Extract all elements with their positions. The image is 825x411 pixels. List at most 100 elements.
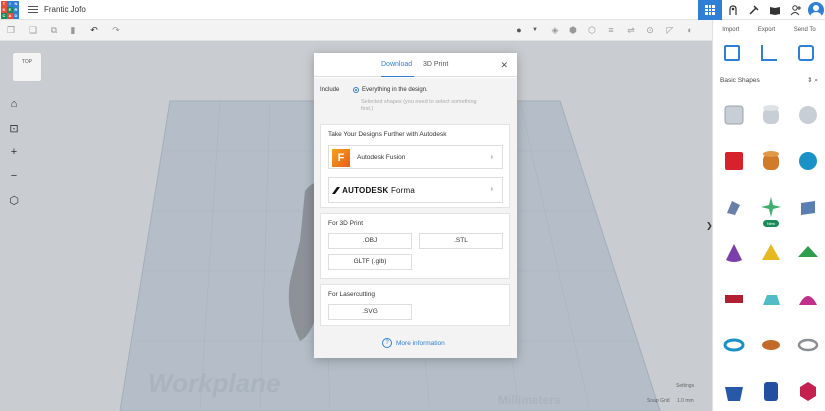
chevron-right-icon: › [490, 186, 493, 193]
sphere-hole-shape[interactable] [789, 101, 825, 129]
stl-button[interactable]: .STL [419, 233, 503, 249]
blocks-icon[interactable] [722, 0, 743, 20]
tab-download[interactable]: Download [381, 61, 412, 68]
autodesk-fusion-button[interactable]: F Autodesk Fusion › [328, 145, 503, 169]
build-tools-icon[interactable] [743, 0, 764, 20]
shapes-grid: New [713, 101, 825, 405]
text-shape[interactable] [789, 193, 825, 221]
duplicate-icon[interactable]: ⧉ [49, 25, 59, 35]
select-arrows-icon: ⇕ ⌕ [807, 76, 818, 84]
paraboloid-shape[interactable] [789, 285, 825, 313]
notes-icon[interactable] [798, 45, 815, 61]
help-icon: ? [382, 338, 392, 348]
group-icon[interactable]: ⬢ [568, 25, 578, 35]
redo-icon[interactable]: ↷ [111, 25, 121, 35]
fit-view-icon[interactable]: ⊡ [5, 119, 23, 137]
add-user-icon[interactable] [785, 0, 806, 20]
right-panel: Import Export Send To Basic Shapes ⇕ ⌕ N… [712, 20, 825, 411]
torus-shape[interactable] [715, 331, 752, 359]
design-menu-icon[interactable] [28, 6, 38, 13]
home-view-icon[interactable]: ⌂ [5, 95, 23, 113]
ruler-icon[interactable]: ◸ [665, 25, 675, 35]
workplane-label: Workplane [148, 368, 281, 398]
shape-note-icon[interactable]: ◈ [550, 25, 560, 35]
forma-product: Forma [390, 186, 416, 195]
tinkercad-logo[interactable]: TINKERCAD [1, 0, 19, 19]
view-cube[interactable]: TOP [12, 52, 42, 82]
tube-shape[interactable] [752, 331, 789, 359]
ring-shape[interactable] [789, 331, 825, 359]
copy-icon[interactable]: ❐ [6, 25, 16, 35]
ungroup-icon[interactable]: ⬡ [587, 25, 597, 35]
shape-library-label: Basic Shapes [720, 76, 760, 84]
close-icon[interactable]: ✕ [500, 61, 508, 70]
paste-icon[interactable]: ❏ [28, 25, 38, 35]
scribble-shape[interactable] [715, 193, 752, 221]
zoom-in-icon[interactable]: + [5, 143, 23, 161]
snap-grid-label: Snap Grid [647, 398, 670, 404]
include-label: Include [320, 87, 340, 93]
ruler-icon[interactable] [760, 45, 777, 61]
perspective-icon[interactable]: ⬡ [5, 191, 23, 209]
workplane-icon[interactable] [723, 45, 740, 61]
hide-icon[interactable]: ◐ [685, 25, 695, 35]
lessons-icon[interactable] [764, 0, 785, 20]
more-information-link[interactable]: ? More information [382, 338, 445, 348]
autodesk-card: Take Your Designs Further with Autodesk … [320, 124, 510, 208]
everything-option-label[interactable]: Everything in the design. [362, 87, 428, 93]
obj-button[interactable]: .OBJ [328, 233, 412, 249]
fusion-label: Autodesk Fusion [357, 154, 406, 161]
export-button[interactable]: Export [758, 27, 775, 33]
dialog-body: Include Everything in the design. Select… [314, 78, 517, 358]
view-controls: ⌂ ⊡ + − ⬡ [5, 95, 23, 215]
text-red-shape[interactable] [715, 285, 752, 313]
cruise-icon[interactable]: ⊙ [645, 25, 655, 35]
cone-shape[interactable] [715, 239, 752, 267]
zoom-out-icon[interactable]: − [5, 167, 23, 185]
lasercutting-title: For Lasercutting [328, 291, 375, 298]
sphere-shape[interactable] [789, 147, 825, 175]
align-icon[interactable]: ≡ [606, 25, 616, 35]
units-label: Millimeters [498, 393, 561, 407]
box-hole-shape[interactable] [715, 101, 752, 129]
pyramid-shape[interactable] [752, 239, 789, 267]
snap-grid-value[interactable]: 1.0 mm [677, 398, 694, 404]
export-dialog: Download 3D Print ✕ Include Everything i… [314, 53, 517, 358]
icosahedron-shape[interactable] [789, 377, 825, 405]
box-shape[interactable] [715, 147, 752, 175]
chevron-right-icon: › [490, 154, 493, 161]
delete-icon[interactable]: ▮ [68, 25, 78, 35]
everything-radio[interactable] [353, 87, 359, 93]
autodesk-card-title: Take Your Designs Further with Autodesk [328, 131, 447, 138]
star-new-shape[interactable]: New [752, 193, 789, 227]
autodesk-forma-button[interactable]: AUTODESK Forma › [328, 177, 503, 203]
3d-print-card: For 3D Print .OBJ .STL GLTF (.glb) [320, 213, 510, 279]
gltf-button[interactable]: GLTF (.glb) [328, 254, 412, 270]
send-to-button[interactable]: Send To [794, 27, 816, 33]
design-title[interactable]: Frantic Jofo [44, 5, 86, 14]
import-button[interactable]: Import [722, 27, 739, 33]
shape-library-select[interactable]: Basic Shapes ⇕ ⌕ [720, 73, 818, 87]
wedge-shape[interactable] [715, 377, 752, 405]
svg-button[interactable]: .SVG [328, 304, 412, 320]
flip-icon[interactable]: ⇌ [626, 25, 636, 35]
dialog-tabs: Download 3D Print ✕ [314, 53, 517, 77]
avatar[interactable] [808, 2, 824, 18]
collapse-panel-icon[interactable]: ❯ [706, 221, 713, 230]
3d-design-view-button[interactable] [698, 0, 722, 20]
settings-label[interactable]: Settings [676, 383, 694, 389]
polygon-shape[interactable] [752, 377, 789, 405]
cylinder-shape[interactable] [752, 147, 789, 175]
selected-option-label: Selected shapes (you need to select some… [361, 99, 477, 112]
more-information-label: More information [396, 339, 445, 347]
tab-3d-print[interactable]: 3D Print [423, 61, 448, 68]
roof-shape[interactable] [789, 239, 825, 267]
undo-icon[interactable]: ↶ [89, 25, 99, 35]
cylinder-hole-shape[interactable] [752, 101, 789, 129]
right-panel-tabs: Import Export Send To [713, 20, 825, 33]
chevron-down-icon[interactable]: ▼ [530, 25, 540, 35]
top-right-controls [698, 0, 825, 20]
half-sphere-shape[interactable] [752, 285, 789, 313]
light-icon[interactable]: ● [514, 25, 524, 35]
new-badge: New [763, 220, 780, 227]
